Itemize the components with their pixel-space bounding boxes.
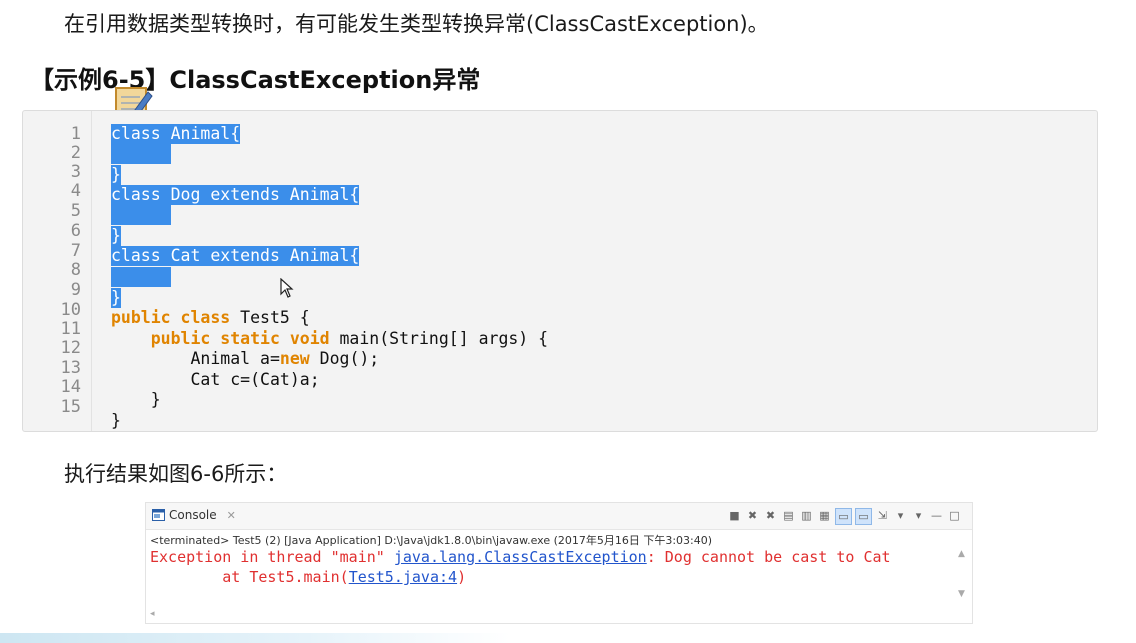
line-number: 13 xyxy=(60,358,81,378)
keyword: public class xyxy=(111,308,231,327)
console-icon xyxy=(152,509,165,521)
error-line-2: at Test5.main(Test5.java:4) xyxy=(150,568,466,586)
selected-code: class Dog extends Animal{ xyxy=(111,185,360,205)
code-text: Test5 { xyxy=(230,308,310,327)
clear-console-icon[interactable]: ▤ xyxy=(781,508,796,523)
show-stdout-icon[interactable]: ▭ xyxy=(835,508,852,525)
minimize-icon[interactable]: — xyxy=(929,508,944,523)
code-line-10: public class Test5 { xyxy=(111,308,310,328)
word-wrap-icon[interactable]: ▦ xyxy=(817,508,832,523)
code-line-3: } xyxy=(111,165,121,185)
error-line-1: Exception in thread "main" java.lang.Cla… xyxy=(150,548,891,566)
console-panel[interactable]: Console ✕ ■ ✖ ✖ ▤ ▥ ▦ ▭ ▭ ⇲ ▾ ▾ — □ <ter… xyxy=(145,502,973,624)
code-line-6: } xyxy=(111,226,121,246)
code-line-7: class Cat extends Animal{ xyxy=(111,246,360,266)
line-number: 5 xyxy=(70,201,81,221)
error-text: at Test5.main( xyxy=(150,568,349,586)
horizontal-scrollbar[interactable]: ◂ xyxy=(150,609,950,621)
selected-code: } xyxy=(111,226,121,246)
error-text: Exception in thread "main" xyxy=(150,548,394,566)
result-caption: 执行结果如图6-6所示： xyxy=(64,462,288,486)
selected-code xyxy=(111,144,171,164)
remove-all-icon[interactable]: ✖ xyxy=(763,508,778,523)
line-number: 9 xyxy=(70,280,81,300)
selected-code xyxy=(111,205,171,225)
decorative-wave xyxy=(0,633,510,643)
code-block[interactable]: 1 2 3 4 5 6 7 8 9 10 11 12 13 14 15 clas… xyxy=(22,110,1098,432)
source-link[interactable]: Test5.java:4 xyxy=(349,568,457,586)
code-text: } xyxy=(150,390,161,409)
scroll-lock-icon[interactable]: ▥ xyxy=(799,508,814,523)
selected-code: class Cat extends Animal{ xyxy=(111,246,360,266)
code-line-2 xyxy=(111,144,171,164)
code-line-13: Cat c=(Cat)a; xyxy=(111,370,320,390)
line-number: 11 xyxy=(60,319,81,339)
line-number: 1 xyxy=(70,124,81,144)
console-tab-label: Console xyxy=(169,508,217,522)
code-line-4: class Dog extends Animal{ xyxy=(111,185,360,205)
code-text: } xyxy=(111,411,121,430)
line-number: 15 xyxy=(60,397,81,417)
example-title: 【示例6-5】ClassCastException异常 xyxy=(30,66,481,94)
console-toolbar: ■ ✖ ✖ ▤ ▥ ▦ ▭ ▭ ⇲ ▾ ▾ — □ xyxy=(727,508,962,525)
code-line-1: class Animal{ xyxy=(111,124,241,144)
keyword: public static void xyxy=(150,329,330,348)
console-tab-bar: Console ✕ ■ ✖ ✖ ▤ ▥ ▦ ▭ ▭ ⇲ ▾ ▾ — □ xyxy=(146,503,972,530)
code-text: Animal a= xyxy=(190,349,280,368)
error-text: : Dog cannot be cast to Cat xyxy=(646,548,891,566)
terminate-icon[interactable]: ■ xyxy=(727,508,742,523)
code-text: Cat c=(Cat)a; xyxy=(190,370,320,389)
maximize-icon[interactable]: □ xyxy=(947,508,962,523)
close-icon[interactable]: ✕ xyxy=(227,509,236,522)
line-number: 6 xyxy=(70,221,81,241)
code-line-11: public static void main(String[] args) { xyxy=(111,329,548,349)
keyword: new xyxy=(279,349,310,368)
line-number: 3 xyxy=(70,162,81,182)
code-text: main(String[] args) { xyxy=(329,329,549,348)
code-line-15: } xyxy=(111,411,121,431)
error-text: ) xyxy=(457,568,467,586)
open-console-icon[interactable]: ▾ xyxy=(911,508,926,523)
line-number: 2 xyxy=(70,143,81,163)
code-line-8 xyxy=(111,267,171,287)
mouse-cursor-icon xyxy=(280,278,294,298)
intro-text: 在引用数据类型转换时，有可能发生类型转换异常(ClassCastExceptio… xyxy=(64,12,769,36)
selected-code: } xyxy=(111,288,121,308)
code-text: Dog(); xyxy=(309,349,380,368)
code-line-12: Animal a=new Dog(); xyxy=(111,349,379,369)
selected-code xyxy=(111,267,171,287)
selected-code: class Animal{ xyxy=(111,124,241,144)
show-stderr-icon[interactable]: ▭ xyxy=(855,508,872,525)
pin-console-icon[interactable]: ⇲ xyxy=(875,508,890,523)
exception-link[interactable]: java.lang.ClassCastException xyxy=(394,548,647,566)
vertical-scrollbar[interactable]: ▲ ▼ xyxy=(958,549,970,611)
remove-launch-icon[interactable]: ✖ xyxy=(745,508,760,523)
code-line-14: } xyxy=(111,390,161,410)
console-tab[interactable]: Console ✕ xyxy=(152,508,236,522)
terminated-info: <terminated> Test5 (2) [Java Application… xyxy=(150,534,713,547)
code-line-9: } xyxy=(111,288,121,308)
code-line-5 xyxy=(111,205,171,225)
line-number: 8 xyxy=(70,260,81,280)
line-number: 4 xyxy=(70,181,81,201)
display-console-icon[interactable]: ▾ xyxy=(893,508,908,523)
selected-code: } xyxy=(111,165,121,185)
line-number: 7 xyxy=(70,241,81,261)
line-number: 10 xyxy=(60,300,81,320)
line-number-gutter: 1 2 3 4 5 6 7 8 9 10 11 12 13 14 15 xyxy=(23,111,92,431)
line-number: 14 xyxy=(60,377,81,397)
line-number: 12 xyxy=(60,338,81,358)
